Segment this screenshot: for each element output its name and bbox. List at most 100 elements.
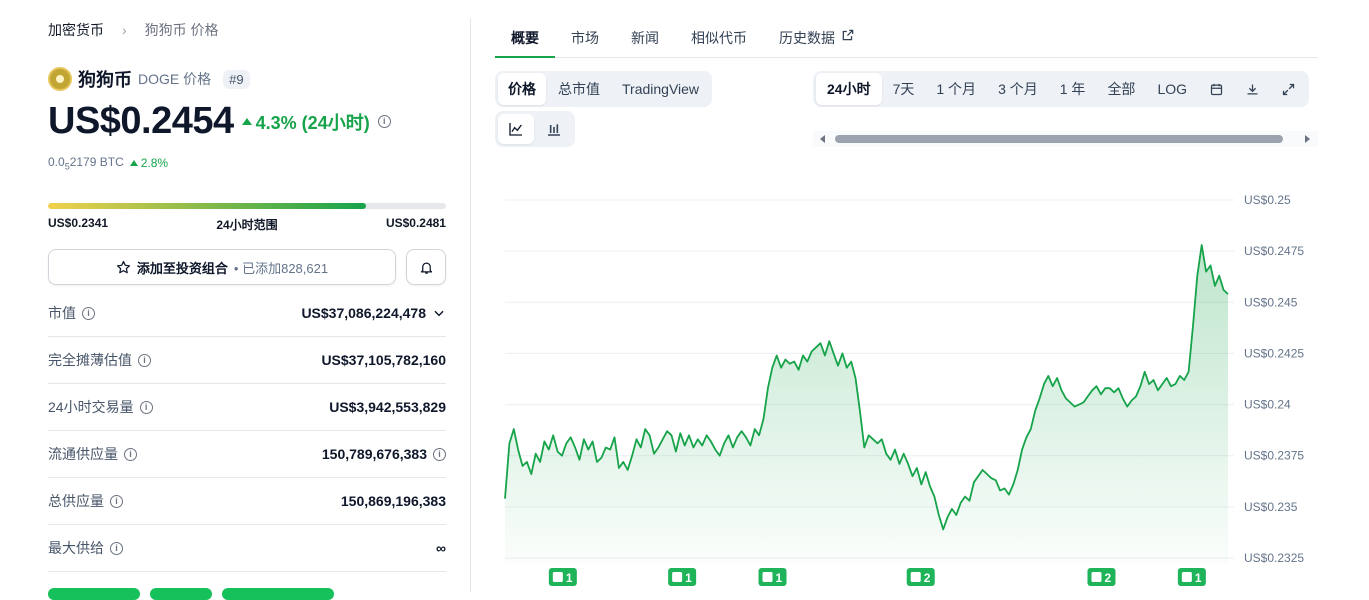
btc-price-row: 0.052179 BTC 2.8% xyxy=(48,155,168,171)
caret-up-icon xyxy=(241,118,252,125)
news-marker[interactable]: 1 xyxy=(758,568,787,586)
y-tick-label: US$0.235 xyxy=(1244,500,1298,514)
rank-badge: #9 xyxy=(223,69,250,89)
y-tick-label: US$0.2375 xyxy=(1244,449,1304,463)
stat-value: US$37,086,224,478 xyxy=(301,305,426,321)
scroller-thumb[interactable] xyxy=(835,135,1283,143)
tab-historical-data-label: 历史数据 xyxy=(779,30,835,46)
panel-divider xyxy=(470,18,471,592)
timeframe-1m[interactable]: 1 个月 xyxy=(925,73,987,105)
calendar-icon xyxy=(1210,83,1222,95)
breadcrumb-current: 狗狗币 价格 xyxy=(144,22,219,38)
news-marker[interactable]: 1 xyxy=(1177,568,1206,586)
news-icon xyxy=(910,572,921,582)
info-icon[interactable]: i xyxy=(124,447,137,461)
stat-row-market-cap: 市值 i US$37,086,224,478 xyxy=(48,290,446,337)
stat-value: US$37,105,782,160 xyxy=(321,352,446,368)
add-to-portfolio-label: 添加至投资组合 xyxy=(136,260,228,276)
timeframe-1y[interactable]: 1 年 xyxy=(1049,73,1097,105)
news-count: 1 xyxy=(685,571,692,585)
btc-price: 0.052179 BTC xyxy=(48,155,124,172)
download-button[interactable] xyxy=(1234,74,1270,104)
mode-tradingview[interactable]: TradingView xyxy=(612,75,709,103)
info-icon[interactable]: i xyxy=(377,115,391,128)
scroll-right-icon[interactable] xyxy=(1305,135,1310,143)
action-button[interactable] xyxy=(150,588,212,600)
news-marker[interactable]: 2 xyxy=(1087,568,1116,586)
candlestick-icon xyxy=(548,124,560,136)
line-chart-icon xyxy=(509,123,522,136)
price-chart[interactable]: US$0.25 US$0.2475 US$0.245 US$0.2425 US$0.24… xyxy=(495,180,1318,592)
stat-label: 24小时交易量 xyxy=(48,399,134,415)
news-count: 2 xyxy=(924,571,931,585)
fullscreen-button[interactable] xyxy=(1270,74,1306,104)
range-label: 24小时范围 xyxy=(216,218,278,232)
info-icon[interactable]: i xyxy=(138,353,151,367)
price-block: US$0.2454 4.3% (24小时) i xyxy=(48,100,391,143)
info-icon[interactable]: i xyxy=(110,494,123,508)
chart-mode-selector: 价格 总市值 TradingView xyxy=(495,71,713,107)
action-button[interactable] xyxy=(48,588,140,600)
stat-label: 流通供应量 xyxy=(48,446,118,462)
breadcrumb: 加密货币 › 狗狗币 价格 xyxy=(48,20,219,40)
coin-summary-panel: 加密货币 › 狗狗币 价格 狗狗币 DOGE 价格 #9 US$0.2454 4… xyxy=(48,0,446,600)
chart-style-selector xyxy=(495,111,575,147)
stat-value: ∞ xyxy=(436,540,446,556)
timeframe-all[interactable]: 全部 xyxy=(1096,73,1146,105)
tab-historical-data[interactable]: 历史数据 xyxy=(763,18,871,58)
action-buttons-row xyxy=(48,588,334,600)
info-icon[interactable]: i xyxy=(139,400,153,414)
portfolio-added-count: • 已添加828,621 xyxy=(233,260,329,276)
timeframe-selector: 24小时 7天 1 个月 3 个月 1 年 全部 LOG xyxy=(813,71,1310,107)
scroll-left-icon[interactable] xyxy=(820,135,825,143)
date-range-button[interactable] xyxy=(1198,74,1234,104)
stat-label: 最大供给 xyxy=(48,540,104,556)
news-count: 1 xyxy=(1195,571,1202,585)
tab-news[interactable]: 新闻 xyxy=(615,18,675,58)
news-marker[interactable]: 2 xyxy=(906,568,935,586)
info-icon[interactable]: i xyxy=(110,541,123,555)
mode-market-cap[interactable]: 总市值 xyxy=(548,73,610,105)
chart-range-scroller[interactable] xyxy=(813,131,1318,147)
caret-up-icon xyxy=(129,160,138,167)
stat-value: 150,869,196,383 xyxy=(340,493,446,509)
y-tick-label: US$0.25 xyxy=(1244,193,1291,207)
24h-range: US$0.2341 24小时范围 US$0.2481 xyxy=(48,203,446,233)
price-change-value: 4.3% (24小时) xyxy=(255,112,370,133)
news-icon xyxy=(762,572,773,582)
stat-row-volume: 24小时交易量 i US$3,942,553,829 xyxy=(48,384,446,431)
info-icon[interactable]: i xyxy=(433,447,446,461)
price-alert-button[interactable] xyxy=(406,249,446,285)
tab-markets[interactable]: 市场 xyxy=(555,18,615,58)
tab-overview[interactable]: 概要 xyxy=(495,18,555,58)
stat-row-circulating-supply: 流通供应量 i 150,789,676,383 i xyxy=(48,431,446,478)
chevron-down-icon[interactable] xyxy=(432,306,446,320)
y-tick-label: US$0.2475 xyxy=(1244,244,1304,258)
news-marker[interactable]: 1 xyxy=(668,568,697,586)
action-button[interactable] xyxy=(222,588,334,600)
add-to-portfolio-button[interactable]: 添加至投资组合 • 已添加828,621 xyxy=(48,249,396,285)
stats-table: 市值 i US$37,086,224,478 完全摊薄估值 i US$37,105,… xyxy=(48,290,446,572)
stat-label: 市值 xyxy=(48,305,76,321)
news-icon xyxy=(1181,572,1192,582)
tab-similar-coins[interactable]: 相似代币 xyxy=(675,18,763,58)
news-marker[interactable]: 1 xyxy=(548,568,577,586)
stat-row-fdv: 完全摊薄估值 i US$37,105,782,160 xyxy=(48,337,446,384)
breadcrumb-root[interactable]: 加密货币 xyxy=(48,20,104,40)
news-count: 2 xyxy=(1104,571,1111,585)
range-high: US$0.2481 xyxy=(385,216,446,230)
log-scale-toggle[interactable]: LOG xyxy=(1146,75,1198,103)
timeframe-24h[interactable]: 24小时 xyxy=(816,73,882,105)
stat-label: 完全摊薄估值 xyxy=(48,352,132,368)
chart-panel: 概要 市场 新闻 相似代币 历史数据 价格 总市值 TradingView 24… xyxy=(495,0,1318,592)
info-icon[interactable]: i xyxy=(82,306,95,320)
star-icon xyxy=(116,260,130,273)
line-chart-button[interactable] xyxy=(498,114,534,144)
y-tick-label: US$0.2425 xyxy=(1244,346,1304,360)
timeframe-7d[interactable]: 7天 xyxy=(882,73,926,105)
download-icon xyxy=(1247,84,1258,94)
mode-price[interactable]: 价格 xyxy=(498,73,546,105)
candlestick-chart-button[interactable] xyxy=(536,114,572,144)
y-tick-label: US$0.24 xyxy=(1244,398,1291,412)
timeframe-3m[interactable]: 3 个月 xyxy=(987,73,1049,105)
